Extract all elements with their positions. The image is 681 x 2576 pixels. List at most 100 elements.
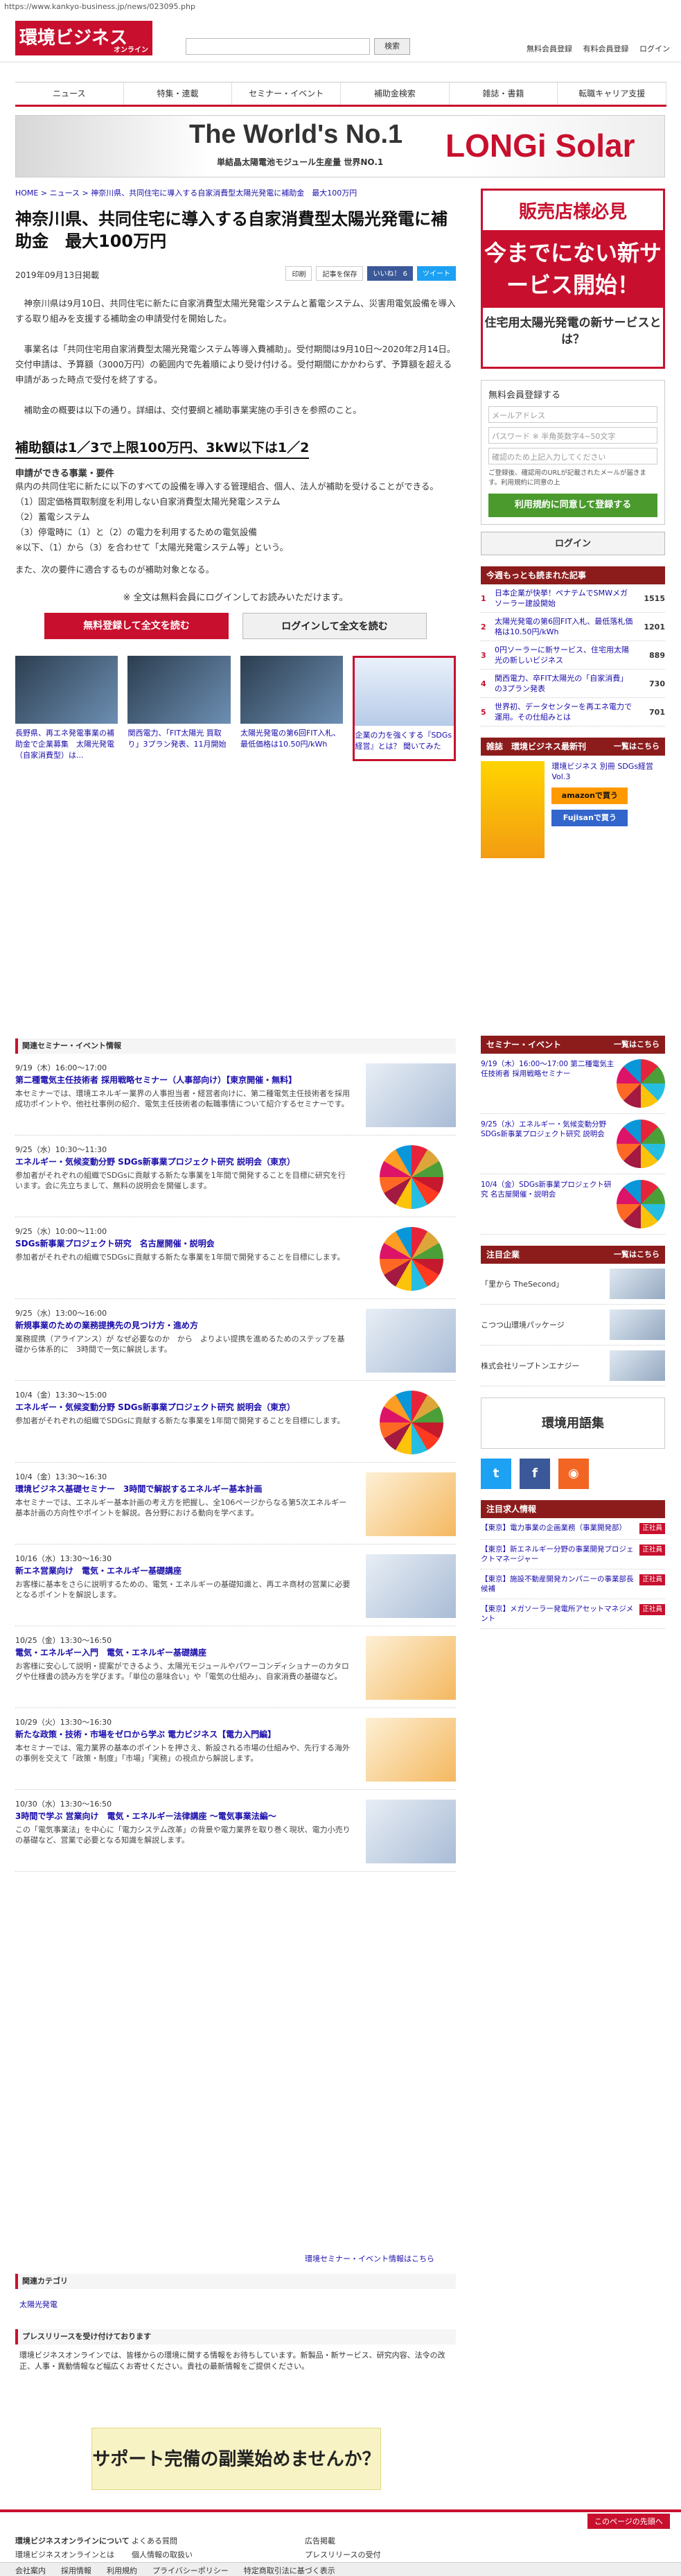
register-button[interactable]: 利用規約に同意して登録する — [488, 494, 657, 517]
search-button[interactable]: 検索 — [374, 38, 410, 55]
category-link[interactable]: 太陽光発電 — [19, 2299, 58, 2310]
nav-magazines[interactable]: 雑誌・書籍 — [450, 82, 558, 105]
event-item[interactable]: 10/29（火）13:30〜16:30 新たな政策・技術・市場をゼロから学ぶ 電力… — [15, 1708, 456, 1790]
events-more-link[interactable]: 環境セミナー・イベント情報はこちら — [305, 2253, 434, 2264]
event-title[interactable]: 新たな政策・技術・市場をゼロから学ぶ 電力ビジネス【電力入門編】 — [15, 1729, 352, 1740]
breadcrumb[interactable]: HOME > ニュース > 神奈川県、共同住宅に導入する自家消費型太陽光発電に補… — [15, 187, 357, 198]
amazon-buy-button[interactable]: amazonで買う — [551, 787, 628, 804]
register-read-button[interactable]: 無料登録して全文を読む — [44, 613, 229, 639]
event-item[interactable]: 10/30（水）13:30〜16:50 3時間で学ぶ 営業向け 電気・エネルギー法… — [15, 1790, 456, 1872]
footer-bar-link[interactable]: 会社案内 — [15, 2565, 46, 2575]
event-title[interactable]: 環境ビジネス基礎セミナー 3時間で解説するエネルギー基本計画 — [15, 1483, 352, 1495]
event-date: 10/4（金）13:30〜15:00 — [15, 1391, 107, 1400]
facebook-like-button[interactable]: いいね！ 6 — [367, 266, 413, 281]
directory-item[interactable]: こつつ山環境パッケージ — [481, 1305, 665, 1346]
event-item[interactable]: 10/16（水）13:30〜16:30 新エネ営業向け 電気・エネルギー基礎講座お… — [15, 1544, 456, 1626]
jobs-title: 注目求人情報 — [486, 1504, 537, 1514]
side-job-banner-ad[interactable]: サポート完備の副業始めませんか？ — [91, 2428, 381, 2490]
seminar-side-more[interactable]: 一覧はこちら — [614, 1036, 660, 1054]
related-article[interactable]: 長野県、再エネ発電事業の補助金で企業募集 太陽光発電（自家消費型）は... — [15, 656, 118, 761]
ranking-item[interactable]: 2 太陽光発電の第6回FIT入札、最低落札価格は10.50円/kWh 1201 — [481, 613, 665, 641]
nav-features[interactable]: 特集・連載 — [124, 82, 233, 105]
sidebar-login-button[interactable]: ログイン — [481, 532, 665, 555]
ranking-item[interactable]: 5 世界初、データセンターを再エネ電力で運用。その仕組みとは 701 — [481, 698, 665, 726]
banner-brand: LONGi Solar — [445, 128, 635, 164]
event-desc: 本セミナーでは、環境エネルギー業界の人事担当者・経営者向けに、第二種電気主任技術… — [15, 1089, 351, 1108]
rss-icon[interactable]: ◉ — [558, 1459, 589, 1489]
register-free-link[interactable]: 無料会員登録 — [527, 44, 572, 53]
event-title[interactable]: エネルギー・気候変動分野 SDGs新事業プロジェクト研究 説明会（東京） — [15, 1402, 352, 1413]
event-item[interactable]: 10/4（金）13:30〜15:00 エネルギー・気候変動分野 SDGs新事業プロ… — [15, 1381, 456, 1463]
password-field[interactable]: パスワード ※ 半角英数字4~50文字 — [488, 427, 657, 444]
job-item[interactable]: 【東京】メガソーラー発電所アセットマネジメント 正社員 — [481, 1599, 665, 1629]
footer-link[interactable]: 個人情報の取扱い — [132, 2548, 193, 2562]
top-banner-ad[interactable]: The World's No.1 単結晶太陽電池モジュール生産量 世界NO.1 … — [15, 115, 665, 177]
magazine-more-link[interactable]: 一覧はこちら — [614, 738, 660, 756]
register-paid-link[interactable]: 有料会員登録 — [583, 44, 629, 53]
footer-bar-link[interactable]: 特定商取引法に基づく表示 — [244, 2565, 335, 2575]
directory-item[interactable]: 株式会社リープトンエナジー — [481, 1346, 665, 1386]
sidebar-ad[interactable]: 販売店様必見 今までにない新サービス開始！ 住宅用太陽光発電の新サービスとは？ — [481, 189, 665, 369]
login-link[interactable]: ログイン — [639, 44, 670, 53]
magazine-text[interactable]: 環境ビジネス 別冊 SDGs経営 Vol.3 — [551, 761, 665, 782]
directory-more[interactable]: 一覧はこちら — [614, 1246, 660, 1264]
print-button[interactable]: 印刷 — [285, 266, 312, 281]
event-item[interactable]: 9/25（水）10:00〜11:00 SDGs新事業プロジェクト研究 名古屋開催・… — [15, 1217, 456, 1299]
fujisan-buy-button[interactable]: Fujisanで買う — [551, 810, 628, 826]
nav-seminars[interactable]: セミナー・イベント — [232, 82, 342, 105]
glossary-banner[interactable]: 環境用語集 — [481, 1398, 665, 1449]
footer-link[interactable]: 環境ビジネスオンラインとは — [15, 2548, 130, 2562]
side-seminar[interactable]: 10/4（金）SDGs新事業プロジェクト研究 名古屋開催・説明会 — [481, 1174, 665, 1235]
related-article[interactable]: 関西電力、「FIT太陽光 買取り」3プラン発表、11月開始 — [127, 656, 231, 761]
job-item[interactable]: 【東京】電力事業の企画業務（事業開発部） 正社員 — [481, 1518, 665, 1540]
email-field[interactable]: メールアドレス — [488, 406, 657, 423]
footer-bar-link[interactable]: プライバシーポリシー — [152, 2565, 229, 2575]
event-title[interactable]: 電気・エネルギー入門 電気・エネルギー基礎講座 — [15, 1647, 352, 1658]
job-item[interactable]: 【東京】施設不動産開発カンパニーの事業部長候補 正社員 — [481, 1569, 665, 1599]
magazine-cover[interactable] — [481, 761, 545, 858]
footer-link[interactable]: 広告掲載 — [305, 2534, 380, 2548]
event-item[interactable]: 9/25（水）10:30〜11:30 エネルギー・気候変動分野 SDGs新事業プロ… — [15, 1135, 456, 1217]
article-paragraph: 補助金の概要は以下の通り。詳細は、交付要綱と補助事業実施の手引きを参照のこと。 — [24, 405, 362, 415]
event-title[interactable]: エネルギー・気候変動分野 SDGs新事業プロジェクト研究 説明会（東京） — [15, 1156, 352, 1167]
nav-subsidy[interactable]: 補助金検索 — [341, 82, 450, 105]
search-input[interactable] — [186, 38, 370, 55]
site-logo[interactable]: 環境ビジネス オンライン — [15, 21, 152, 55]
rank-number: 3 — [481, 650, 486, 660]
ranking-item[interactable]: 4 関西電力、卒FIT太陽光の「自家消費」の3プラン発表 730 — [481, 670, 665, 698]
save-button[interactable]: 記事を保存 — [316, 266, 364, 281]
url-bar: https://www.kankyo-business.jp/news/0230… — [4, 2, 195, 11]
footer-bar-link[interactable]: 利用規約 — [107, 2565, 137, 2575]
ranking-item[interactable]: 1 日本企業が快挙！ペナテムでSMWメガソーラー建設開始 1515 — [481, 584, 665, 613]
event-title[interactable]: 第二種電気主任技術者 採用戦略セミナー（人事部向け）【東京開催・無料】 — [15, 1074, 352, 1086]
nav-news[interactable]: ニュース — [15, 82, 124, 105]
directory-header: 注目企業 一覧はこちら — [481, 1246, 665, 1264]
related-article[interactable]: 太陽光発電の第6回FIT入札、最低価格は10.50円/kWh — [240, 656, 344, 761]
related-article-ad[interactable]: 企業の力を強くする『SDGs経営』とは？ 聞いてみた — [353, 656, 456, 761]
event-item[interactable]: 9/19（木）16:00〜17:00 第二種電気主任技術者 採用戦略セミナー（人事… — [15, 1054, 456, 1135]
ranking-item[interactable]: 3 0円ソーラーに新サービス、住宅用太陽光の新しいビジネス 889 — [481, 641, 665, 670]
page-top-button[interactable]: このページの先頭へ — [587, 2514, 670, 2529]
footer-link[interactable]: プレスリリースの受付 — [305, 2548, 380, 2562]
footer-link[interactable]: よくある質問 — [132, 2534, 193, 2548]
sdg-wheel-icon — [617, 1059, 665, 1108]
footer-bar-link[interactable]: 採用情報 — [61, 2565, 91, 2575]
twitter-icon[interactable]: t — [481, 1459, 511, 1489]
side-seminar[interactable]: 9/19（木）16:00〜17:00 第二種電気主任技術者 採用戦略セミナー — [481, 1054, 665, 1114]
event-item[interactable]: 10/25（金）13:30〜16:50 電気・エネルギー入門 電気・エネルギー基礎… — [15, 1626, 456, 1708]
directory-item[interactable]: 「里から TheSecond」 — [481, 1264, 665, 1305]
event-title[interactable]: 新エネ営業向け 電気・エネルギー基礎講座 — [15, 1565, 352, 1576]
facebook-icon[interactable]: f — [520, 1459, 550, 1489]
event-item[interactable]: 9/25（水）13:00〜16:00 新規事業のための業務提携先の見つけ方・進め方… — [15, 1299, 456, 1381]
tweet-button[interactable]: ツイート — [417, 266, 456, 281]
login-read-button[interactable]: ログインして全文を読む — [242, 613, 427, 639]
side-seminar[interactable]: 9/25（水）エネルギー・気候変動分野 SDGs新事業プロジェクト研究 説明会 — [481, 1114, 665, 1174]
event-item[interactable]: 10/4（金）13:30〜16:30 環境ビジネス基礎セミナー 3時間で解説するエ… — [15, 1463, 456, 1544]
event-title[interactable]: SDGs新事業プロジェクト研究 名古屋開催・説明会 — [15, 1238, 352, 1249]
password-confirm-field[interactable]: 確認のため上記入力してください — [488, 448, 657, 464]
event-title[interactable]: 3時間で学ぶ 営業向け 電気・エネルギー法律講座 〜電気事業法編〜 — [15, 1811, 352, 1822]
nav-career[interactable]: 転職キャリア支援 — [558, 82, 667, 105]
event-title[interactable]: 新規事業のための業務提携先の見つけ方・進め方 — [15, 1320, 352, 1331]
job-item[interactable]: 【東京】新エネルギー分野の事業開発プロジェクトマネージャー 正社員 — [481, 1540, 665, 1569]
event-image — [366, 1472, 456, 1536]
